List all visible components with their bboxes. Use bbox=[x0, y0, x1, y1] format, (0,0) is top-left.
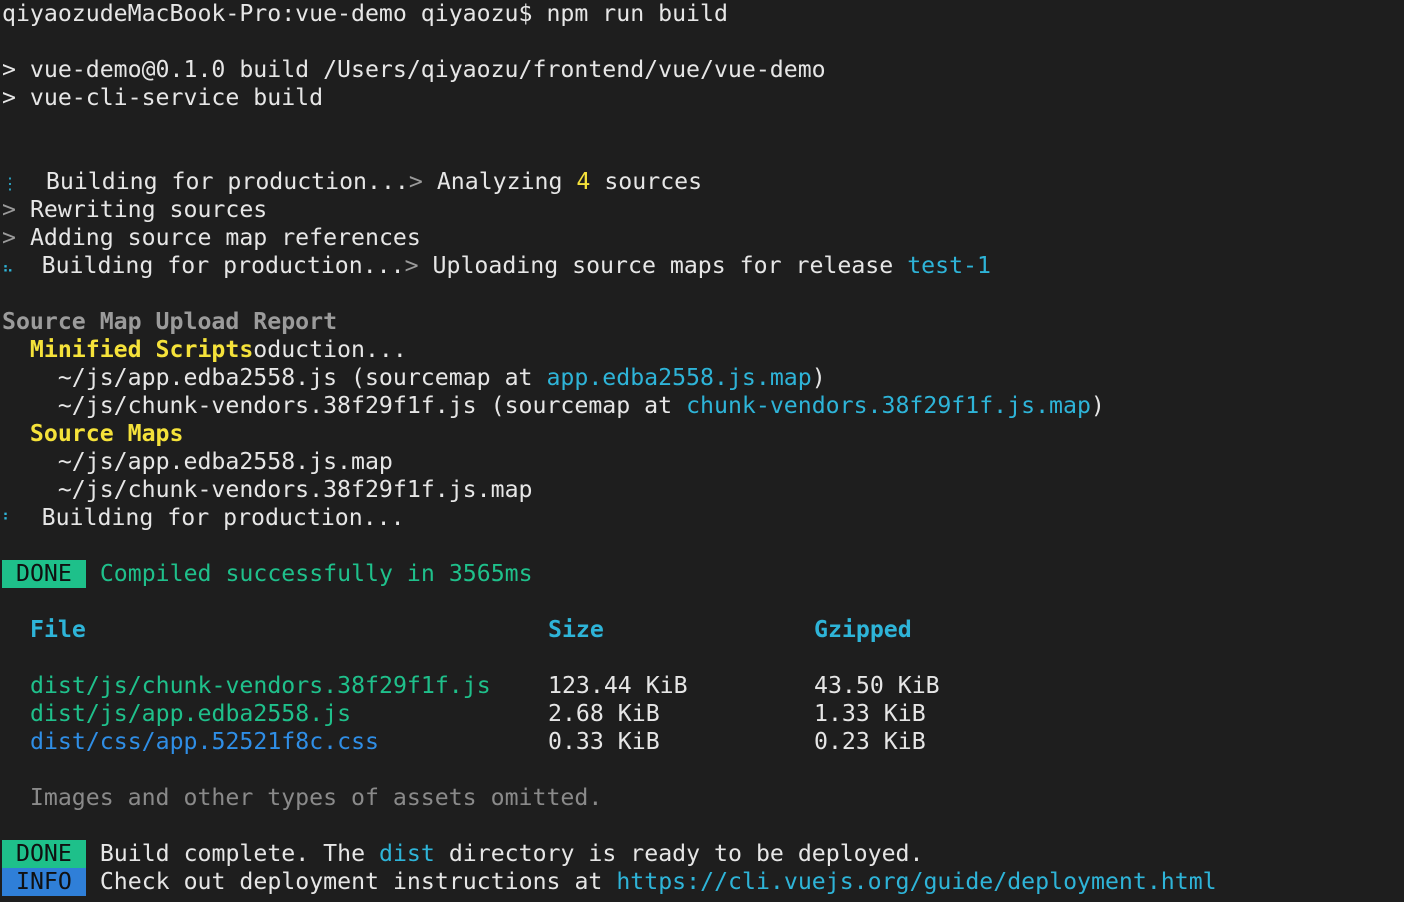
progress-building-line: ⠃ Building for production... bbox=[2, 504, 405, 532]
map-file: ~/js/chunk-vendors.38f29f1f.js.map bbox=[57, 476, 533, 503]
prompt-command: npm run build bbox=[546, 0, 728, 27]
adding-maps-text: Adding source map references bbox=[29, 224, 421, 251]
table-row: dist/css/app.52521f8c.css 0.33 KiB 0.23 … bbox=[2, 728, 1402, 756]
rewriting-text: Rewriting sources bbox=[29, 196, 268, 223]
gt-arrow: > bbox=[408, 168, 423, 195]
omitted-note: Images and other types of assets omitted… bbox=[29, 784, 603, 811]
done-prefix: Build complete. The bbox=[99, 840, 380, 867]
header-gzipped: Gzipped bbox=[814, 616, 912, 643]
minified-file: ~/js/app.edba2558.js bbox=[57, 364, 338, 391]
files-table-header: File Size Gzipped bbox=[2, 616, 1402, 644]
compiled-line: DONE Compiled successfully in 3565ms bbox=[2, 560, 533, 588]
map-entry: ~/js/app.edba2558.js.map bbox=[2, 448, 393, 476]
progress-analyzing-line: ⋮ Building for production...> Analyzing … bbox=[2, 168, 702, 196]
info-prefix: Check out deployment instructions at bbox=[99, 868, 617, 895]
prompt-line: qiyaozudeMacBook-Pro:vue-demo qiyaozu$ n… bbox=[2, 0, 728, 28]
file-path: dist/js/app.edba2558.js bbox=[30, 700, 352, 727]
file-gzipped: 43.50 KiB bbox=[814, 672, 940, 699]
analyzing-suffix: sources bbox=[590, 168, 703, 195]
building-label: Building for production... bbox=[41, 252, 405, 279]
building-label: Building for production... bbox=[41, 504, 405, 531]
minified-entry: ~/js/chunk-vendors.38f29f1f.js (sourcema… bbox=[2, 392, 1105, 420]
build-complete-line: DONE Build complete. The dist directory … bbox=[2, 840, 923, 868]
sourcemap-prefix: (sourcemap at bbox=[337, 364, 547, 391]
terminal-window[interactable]: qiyaozudeMacBook-Pro:vue-demo qiyaozu$ n… bbox=[0, 0, 1404, 902]
building-label: Building for production... bbox=[45, 168, 409, 195]
prompt-host: qiyaozudeMacBook-Pro:vue-demo qiyaozu$ bbox=[2, 0, 533, 27]
done-badge: DONE bbox=[2, 840, 86, 868]
gt-arrow: > bbox=[2, 196, 16, 223]
maps-heading-line: Source Maps bbox=[2, 420, 184, 448]
sourcemap-prefix: (sourcemap at bbox=[476, 392, 687, 419]
maps-heading: Source Maps bbox=[29, 420, 184, 447]
rewriting-line: > Rewriting sources bbox=[2, 196, 267, 224]
file-size: 123.44 KiB bbox=[548, 672, 688, 699]
table-row: dist/js/app.edba2558.js 2.68 KiB 1.33 Ki… bbox=[2, 700, 1402, 728]
omitted-note-line: Images and other types of assets omitted… bbox=[2, 784, 602, 812]
minified-entry: ~/js/app.edba2558.js (sourcemap at app.e… bbox=[2, 364, 826, 392]
header-size: Size bbox=[548, 616, 604, 643]
file-path: dist/js/chunk-vendors.38f29f1f.js bbox=[30, 672, 491, 699]
sourcemap-suffix: ) bbox=[1090, 392, 1105, 419]
minified-overlap: oduction... bbox=[253, 336, 407, 363]
analyzing-count: 4 bbox=[576, 168, 591, 195]
uploading-text: Uploading source maps for release bbox=[418, 252, 908, 279]
report-title: Source Map Upload Report bbox=[2, 308, 338, 335]
minified-heading: Minified Scripts bbox=[29, 336, 254, 363]
done-badge: DONE bbox=[2, 560, 86, 588]
info-badge: INFO bbox=[2, 868, 86, 896]
deployment-link[interactable]: https://cli.vuejs.org/guide/deployment.h… bbox=[616, 868, 1216, 895]
compiled-message: Compiled successfully in 3565ms bbox=[99, 560, 533, 587]
release-name: test-1 bbox=[907, 252, 991, 279]
progress-uploading-line: ⠦ Building for production...> Uploading … bbox=[2, 252, 991, 280]
spinner-icon: ⠦ bbox=[2, 258, 14, 277]
sourcemap-link[interactable]: app.edba2558.js.map bbox=[546, 364, 811, 391]
sourcemap-link[interactable]: chunk-vendors.38f29f1f.js.map bbox=[686, 392, 1091, 419]
file-gzipped: 1.33 KiB bbox=[814, 700, 926, 727]
adding-maps-line: > Adding source map references bbox=[2, 224, 421, 252]
file-path: dist/css/app.52521f8c.css bbox=[30, 728, 380, 755]
minified-file: ~/js/chunk-vendors.38f29f1f.js bbox=[57, 392, 477, 419]
info-line: INFO Check out deployment instructions a… bbox=[2, 868, 1217, 896]
dist-dir: dist bbox=[379, 840, 435, 867]
done-suffix: directory is ready to be deployed. bbox=[434, 840, 924, 867]
spinner-icon: ⋮ bbox=[2, 174, 18, 193]
gt-arrow: > bbox=[2, 224, 16, 251]
npm-service-line: > vue-cli-service build bbox=[2, 84, 324, 111]
gt-arrow: > bbox=[404, 252, 419, 279]
file-size: 0.33 KiB bbox=[548, 728, 660, 755]
table-row: dist/js/chunk-vendors.38f29f1f.js 123.44… bbox=[2, 672, 1402, 700]
header-file: File bbox=[30, 616, 86, 643]
npm-script-line: > vue-demo@0.1.0 build /Users/qiyaozu/fr… bbox=[2, 56, 826, 83]
analyzing-text: Analyzing bbox=[422, 168, 577, 195]
map-entry: ~/js/chunk-vendors.38f29f1f.js.map bbox=[2, 476, 533, 504]
file-size: 2.68 KiB bbox=[548, 700, 660, 727]
map-file: ~/js/app.edba2558.js.map bbox=[57, 448, 393, 475]
minified-heading-line: Minified Scriptsoduction... bbox=[2, 336, 407, 364]
spinner-icon: ⠃ bbox=[2, 510, 14, 529]
sourcemap-suffix: ) bbox=[811, 364, 826, 391]
file-gzipped: 0.23 KiB bbox=[814, 728, 926, 755]
